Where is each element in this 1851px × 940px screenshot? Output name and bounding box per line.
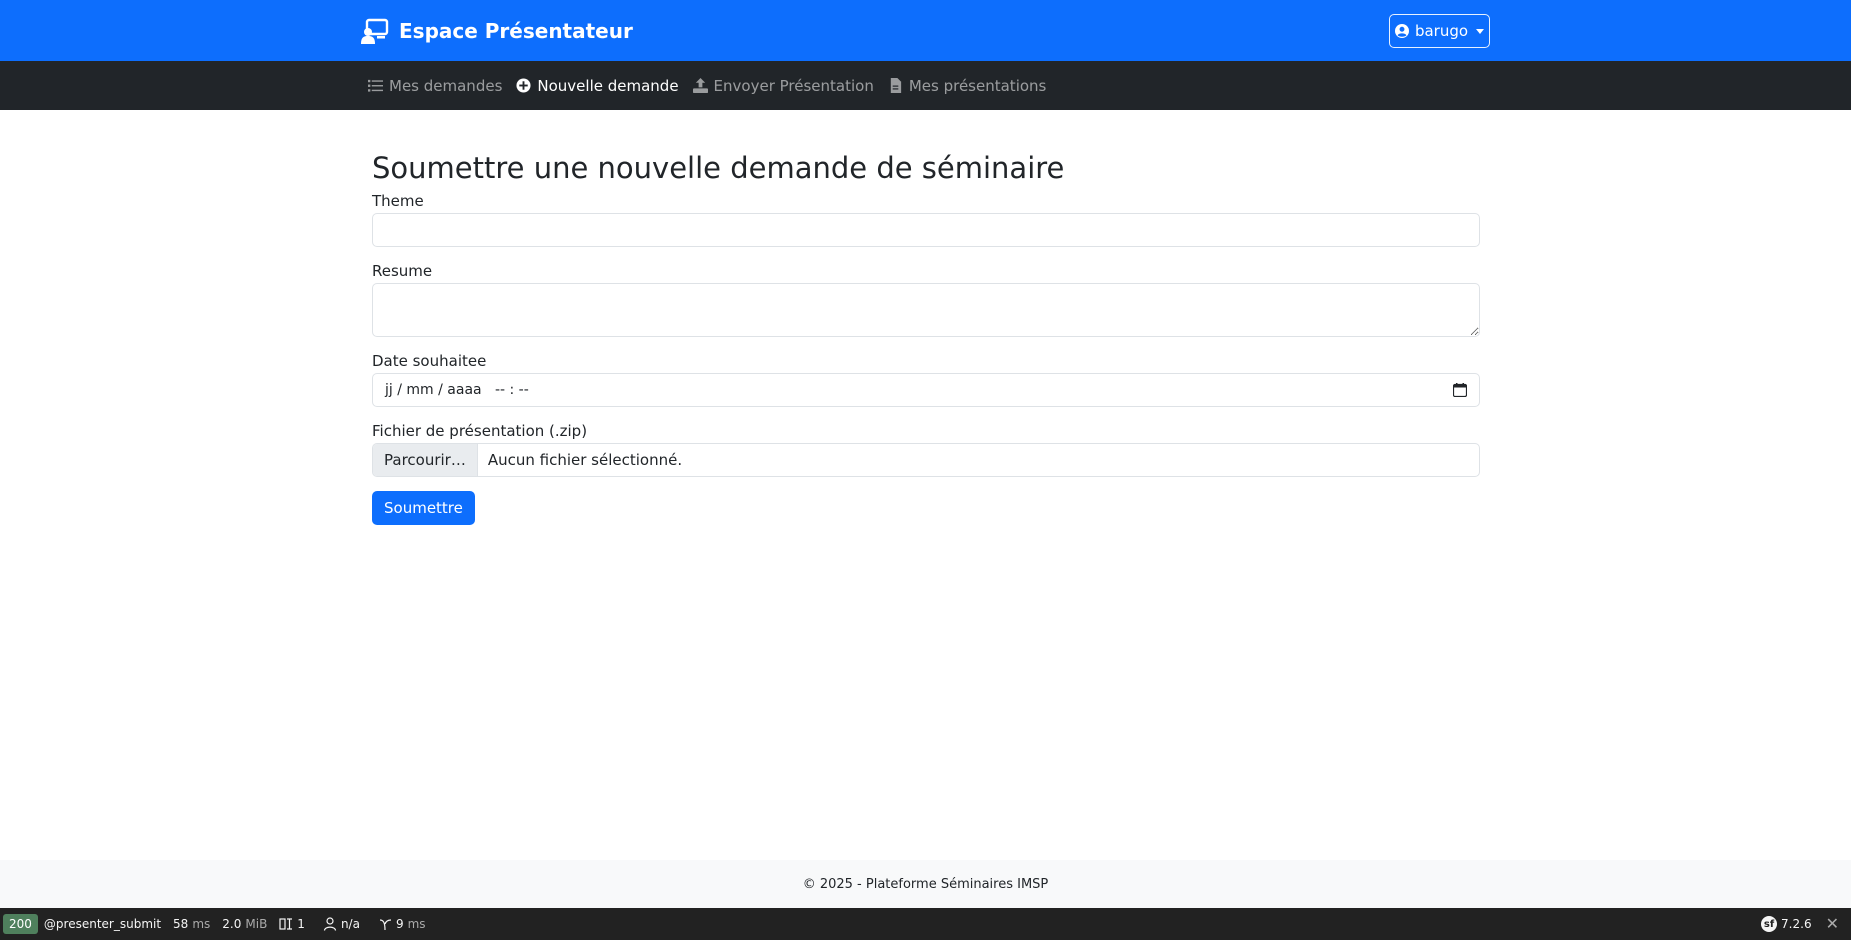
calendar-icon[interactable]	[1453, 383, 1467, 397]
resume-group: Resume	[372, 262, 1480, 337]
nav-item-mes-demandes[interactable]: Mes demandes	[368, 77, 502, 95]
theme-group: Theme	[372, 192, 1480, 247]
time-unit: ms	[192, 917, 211, 931]
footer-text: © 2025 - Plateforme Séminaires IMSP	[802, 876, 1049, 892]
brand-link[interactable]: Espace Présentateur	[361, 17, 633, 45]
caret-down-icon	[1476, 28, 1485, 34]
status-code-badge[interactable]: 200	[3, 914, 38, 934]
date-placeholder: jj / mm / aaaa -- : --	[385, 382, 529, 398]
route-name[interactable]: @presenter_submit	[44, 917, 161, 931]
date-label: Date souhaitee	[372, 352, 487, 370]
file-group: Fichier de présentation (.zip) Parcourir…	[372, 422, 1480, 477]
toolbar-right: sf 7.2.6 ✕	[1761, 908, 1839, 940]
user-name: barugo	[1414, 22, 1469, 40]
resume-label: Resume	[372, 262, 433, 280]
user-menu-button[interactable]: barugo	[1389, 14, 1490, 48]
presenter-icon	[361, 18, 389, 44]
plus-circle-icon	[516, 78, 531, 93]
file-icon	[890, 78, 901, 93]
twig-icon	[379, 919, 391, 931]
brand-title: Espace Présentateur	[399, 19, 633, 43]
file-name-text: Aucun fichier sélectionné.	[487, 451, 683, 469]
nav-item-label: Mes présentations	[908, 76, 1047, 95]
upload-icon	[692, 78, 708, 93]
browse-button[interactable]: Parcourir…	[373, 444, 478, 476]
db-panel[interactable]: 9 ms	[378, 917, 426, 931]
date-input[interactable]: jj / mm / aaaa -- : --	[372, 373, 1480, 407]
form-icon	[279, 918, 293, 930]
request-time[interactable]: 58 ms	[173, 917, 210, 931]
nav-item-envoyer-presentation[interactable]: Envoyer Présentation	[692, 76, 874, 95]
main-content: Soumettre une nouvelle demande de sémina…	[372, 150, 1480, 525]
file-label: Fichier de présentation (.zip)	[372, 422, 588, 440]
user-panel[interactable]: n/a	[323, 917, 360, 931]
memory-value: 2.0	[222, 917, 242, 931]
nav-item-label: Mes demandes	[389, 76, 503, 95]
nav-item-label: Nouvelle demande	[537, 76, 679, 95]
db-unit: ms	[407, 917, 426, 931]
nav-item-label: Envoyer Présentation	[713, 76, 874, 95]
db-value: 9	[395, 917, 404, 931]
debug-toolbar: 200 @presenter_submit 58 ms 2.0 MiB 1 n/…	[0, 908, 1851, 940]
resume-textarea[interactable]	[372, 283, 1480, 337]
person-icon	[323, 917, 337, 931]
theme-input[interactable]	[372, 213, 1480, 247]
close-icon[interactable]: ✕	[1826, 916, 1839, 932]
memory-usage[interactable]: 2.0 MiB	[222, 917, 267, 931]
footer: © 2025 - Plateforme Séminaires IMSP	[0, 860, 1851, 908]
symfony-logo-icon: sf	[1761, 916, 1778, 932]
time-value: 58	[173, 917, 189, 931]
version-value: 7.2.6	[1781, 917, 1812, 931]
forms-count: 1	[297, 917, 305, 931]
nav-item-nouvelle-demande[interactable]: Nouvelle demande	[516, 76, 679, 95]
user-value: n/a	[340, 917, 360, 931]
top-navbar: Espace Présentateur barugo	[0, 0, 1851, 61]
file-input[interactable]: Parcourir… Aucun fichier sélectionné.	[372, 443, 1480, 477]
forms-panel[interactable]: 1	[279, 917, 305, 931]
theme-label: Theme	[372, 192, 424, 210]
submit-button[interactable]: Soumettre	[372, 491, 475, 525]
list-icon	[368, 79, 383, 92]
user-circle-icon	[1394, 24, 1409, 38]
section-navbar: Mes demandes Nouvelle demande Envoyer Pr…	[0, 61, 1851, 110]
symfony-version[interactable]: sf 7.2.6	[1761, 916, 1812, 932]
date-group: Date souhaitee jj / mm / aaaa -- : --	[372, 352, 1480, 407]
nav-item-mes-presentations[interactable]: Mes présentations	[888, 76, 1047, 95]
page-title: Soumettre une nouvelle demande de sémina…	[372, 151, 1065, 185]
memory-unit: MiB	[245, 917, 268, 931]
